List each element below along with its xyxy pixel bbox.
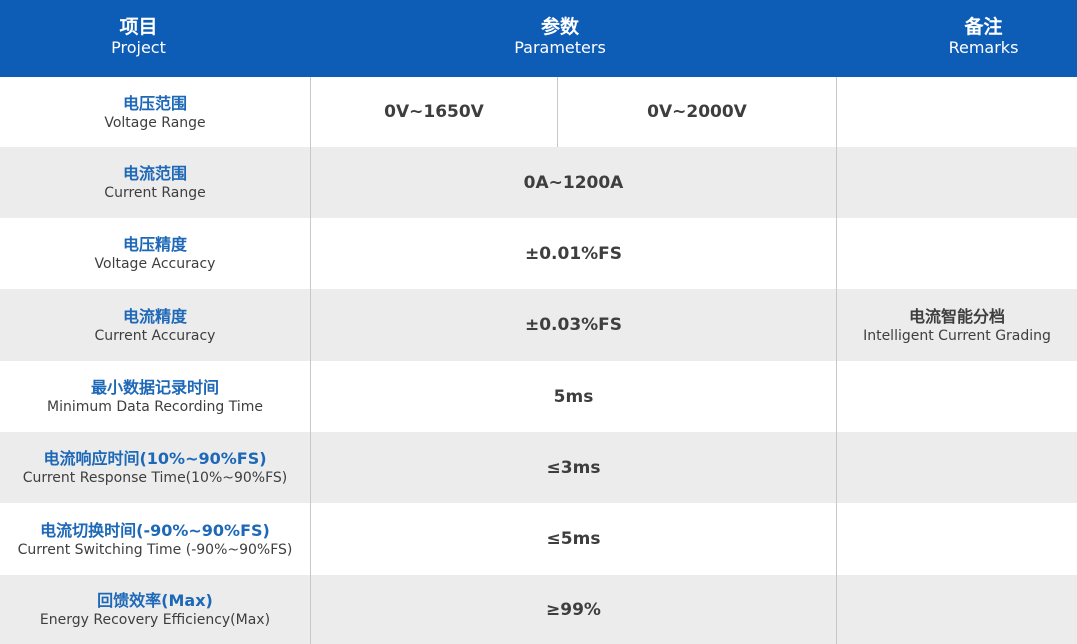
item-cell: 电流响应时间(10%~90%FS) Current Response Time(…	[0, 432, 310, 503]
table-row: 电压精度 Voltage Accuracy ±0.01%FS	[0, 218, 1077, 289]
item-zh: 电流精度	[122, 306, 187, 326]
header-remarks: 备注 Remarks	[890, 0, 1077, 77]
remark-cell	[837, 77, 1077, 147]
item-en: Energy Recovery Efficiency(Max)	[39, 612, 271, 628]
remark-cell	[837, 503, 1077, 575]
item-cell: 电流切换时间(-90%~90%FS) Current Switching Tim…	[0, 503, 310, 575]
header-project-en: Project	[111, 38, 166, 57]
table-row: 电流响应时间(10%~90%FS) Current Response Time(…	[0, 432, 1077, 503]
param-value-b: 0V~2000V	[647, 102, 747, 122]
column-divider	[836, 77, 837, 644]
table-row: 回馈效率(Max) Energy Recovery Efficiency(Max…	[0, 575, 1077, 644]
remark-cell	[837, 218, 1077, 289]
item-zh: 电流范围	[122, 164, 187, 183]
table-row: 电流范围 Current Range 0A~1200A	[0, 147, 1077, 218]
header-parameters-en: Parameters	[514, 38, 606, 57]
item-zh: 回馈效率(Max)	[97, 591, 213, 610]
remark-cell	[837, 432, 1077, 503]
header-project: 项目 Project	[0, 0, 277, 77]
header-project-zh: 项目	[119, 16, 158, 38]
param-value: ±0.01%FS	[524, 243, 623, 264]
remark-en: Intelligent Current Grading	[863, 327, 1051, 344]
item-cell: 电流范围 Current Range	[0, 147, 310, 218]
param-value: 5ms	[553, 386, 594, 407]
item-en: Minimum Data Recording Time	[47, 399, 263, 415]
remark-cell	[837, 147, 1077, 218]
param-value: ≤3ms	[546, 457, 601, 478]
item-en: Current Accuracy	[94, 327, 216, 344]
item-zh: 电流切换时间(-90%~90%FS)	[40, 520, 270, 540]
remark-zh: 电流智能分档	[908, 306, 1005, 326]
item-en: Current Response Time(10%~90%FS)	[22, 470, 288, 486]
table-row: 电流切换时间(-90%~90%FS) Current Switching Tim…	[0, 503, 1077, 575]
sub-column-divider	[557, 77, 558, 147]
remark-cell	[837, 575, 1077, 644]
param-value: 0A~1200A	[523, 172, 624, 193]
item-zh: 电压范围	[122, 93, 187, 113]
spec-table: 项目 Project 参数 Parameters 备注 Remarks 电压范围…	[0, 0, 1077, 644]
remark-cell	[837, 361, 1077, 432]
item-cell: 电流精度 Current Accuracy	[0, 289, 310, 361]
remark-cell: 电流智能分档 Intelligent Current Grading	[837, 289, 1077, 361]
item-en: Current Switching Time (-90%~90%FS)	[17, 541, 293, 558]
item-zh: 最小数据记录时间	[90, 378, 219, 397]
item-zh: 电流响应时间(10%~90%FS)	[43, 449, 267, 468]
table-row: 最小数据记录时间 Minimum Data Recording Time 5ms	[0, 361, 1077, 432]
header-remarks-zh: 备注	[964, 16, 1003, 38]
item-en: Current Range	[104, 185, 206, 201]
item-en: Voltage Range	[104, 114, 206, 131]
item-cell: 电压范围 Voltage Range	[0, 77, 310, 147]
table-row: 电压范围 Voltage Range 0V~1650V 0V~2000V	[0, 77, 1077, 147]
header-remarks-en: Remarks	[948, 38, 1019, 57]
param-value: ±0.03%FS	[524, 315, 623, 335]
param-value: ≥99%	[546, 599, 601, 620]
table-row: 电流精度 Current Accuracy ±0.03%FS 电流智能分档 In…	[0, 289, 1077, 361]
header-parameters-zh: 参数	[540, 16, 579, 38]
column-divider	[310, 77, 311, 644]
item-cell: 电压精度 Voltage Accuracy	[0, 218, 310, 289]
table-header: 项目 Project 参数 Parameters 备注 Remarks	[0, 0, 1077, 77]
item-zh: 电压精度	[122, 235, 187, 254]
item-cell: 回馈效率(Max) Energy Recovery Efficiency(Max…	[0, 575, 310, 644]
item-cell: 最小数据记录时间 Minimum Data Recording Time	[0, 361, 310, 432]
param-value: ≤5ms	[546, 529, 601, 549]
item-en: Voltage Accuracy	[94, 256, 216, 272]
param-value-a: 0V~1650V	[384, 102, 484, 122]
header-parameters: 参数 Parameters	[311, 0, 809, 77]
